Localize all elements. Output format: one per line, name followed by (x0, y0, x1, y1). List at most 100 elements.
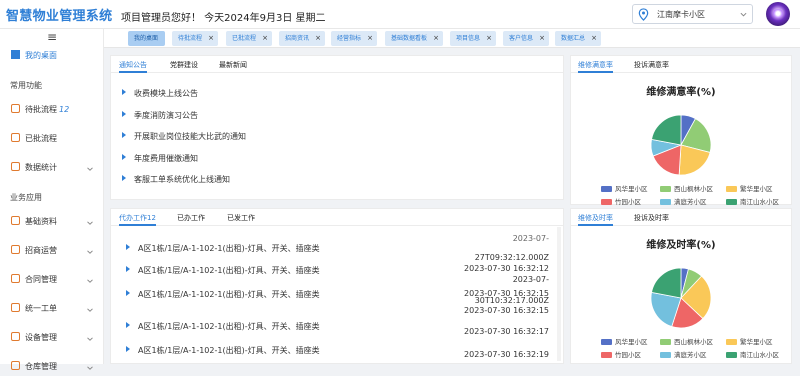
notice-item[interactable]: 季度消防演习公告 (122, 110, 198, 121)
time-fragment: 2023-07- (512, 234, 549, 243)
close-icon[interactable]: × (262, 31, 268, 46)
task-time: 30T10:32:17.000Z (474, 296, 549, 305)
task-row[interactable]: A区1栋/1层/A-1-102-1(出租)-灯具、开关、插座类 (126, 289, 320, 300)
notice-item[interactable]: 开展职业岗位技能大比武的通知 (122, 131, 246, 142)
caret-right-icon (126, 346, 130, 352)
legend-item[interactable]: 西山枫林小区 (660, 183, 713, 193)
legend-swatch (601, 339, 612, 345)
legend-label: 风华里小区 (615, 338, 648, 346)
sidebar-section-title: 常用功能 (10, 81, 42, 90)
sidebar-item[interactable]: 数据统计 (0, 159, 104, 177)
legend-swatch (601, 352, 612, 358)
close-icon[interactable]: × (367, 31, 373, 46)
sidebar-item[interactable]: 基础资料 (0, 213, 104, 231)
notice-tab[interactable]: 通知公告 (119, 60, 147, 73)
legend-item[interactable]: 风华里小区 (601, 336, 648, 346)
task-time: 2023-07-30 16:32:12 (464, 264, 549, 273)
legend-swatch (601, 199, 612, 205)
task-row[interactable]: A区1栋/1层/A-1-102-1(出租)-灯具、开关、插座类 (126, 265, 320, 276)
tab-label: 客户信息 (509, 35, 534, 42)
task-row[interactable]: A区1栋/1层/A-1-102-1(出租)-灯具、开关、插座类 (126, 321, 320, 332)
sidebar-item[interactable]: 我的桌面 (0, 47, 104, 65)
notice-item[interactable]: 收费模块上线公告 (122, 88, 198, 99)
tab-item[interactable]: 待批流程 × (172, 31, 218, 46)
menu-item-icon (11, 216, 20, 225)
scrollbar[interactable] (557, 227, 561, 361)
sidebar-label-text: 我的桌面 (25, 51, 57, 60)
greeting-text: 项目管理员您好！ 今天2024年9月3日 星期二 (121, 13, 326, 24)
work-panel: 代办工作12 已办工作 已发工作 2023-07- A区1栋/1层/A-1-102-… (110, 208, 564, 364)
menu-item-icon (11, 245, 20, 254)
work-tab[interactable]: 代办工作12 (119, 213, 156, 226)
sidebar-item[interactable]: 已批流程 (0, 130, 104, 148)
task-row[interactable]: A区1栋/1层/A-1-102-1(出租)-灯具、开关、插座类 (126, 243, 320, 254)
work-tab-label: 已发工作 (227, 214, 255, 222)
chevron-down-icon (87, 277, 93, 283)
legend-item[interactable]: 满庭芳小区 (660, 196, 707, 206)
location-select[interactable]: 江南摩卡小区 (632, 4, 753, 24)
task-title: A区1栋/1层/A-1-102-1(出租)-灯具、开关、插座类 (138, 244, 320, 253)
work-tab[interactable]: 已办工作 (177, 213, 205, 223)
sidebar-item[interactable]: 设备管理 (0, 329, 104, 347)
tab-item[interactable]: 经营指标 × (331, 31, 377, 46)
menu-item-icon (11, 104, 20, 113)
legend-item[interactable]: 风华里小区 (601, 183, 648, 193)
notice-item[interactable]: 年度费用催缴通知 (122, 153, 198, 164)
sidebar-item[interactable]: 招商运营 (0, 242, 104, 260)
sidebar-label-text: 待批流程 (25, 105, 57, 114)
legend-item[interactable]: 竹园小区 (601, 196, 641, 206)
legend-item[interactable]: 竹园小区 (601, 349, 641, 359)
close-icon[interactable]: × (315, 31, 321, 46)
legend-item[interactable]: 繁华里小区 (726, 336, 773, 346)
sidebar-item[interactable]: 仓库管理 (0, 358, 104, 376)
menu-item-icon (11, 332, 20, 341)
work-tab[interactable]: 已发工作 (227, 213, 255, 223)
notice-item[interactable]: 客服工单系统优化上线通知 (122, 174, 230, 185)
task-row[interactable]: A区1栋/1层/A-1-102-1(出租)-灯具、开关、插座类 (126, 345, 320, 356)
sidebar-label-text: 已批流程 (25, 134, 57, 143)
tab-label: 招商资讯 (285, 35, 310, 42)
sidebar-item-label: 合同管理 (25, 274, 57, 285)
close-icon[interactable]: × (591, 31, 597, 46)
notice-tab[interactable]: 最新新闻 (219, 60, 247, 70)
menu-toggle-icon[interactable]: ≡ (47, 30, 57, 44)
menu-item-icon (11, 274, 20, 283)
legend-label: 南江山水小区 (740, 198, 779, 206)
caret-right-icon (122, 153, 126, 160)
task-time: 2023-07-30 16:32:15 (464, 306, 549, 315)
legend-swatch (660, 352, 671, 358)
legend-item[interactable]: 繁华里小区 (726, 183, 773, 193)
satisfaction-chart-panel: 维修满意率 投诉满意率 维修满意率(%) 风华里小区 西山枫林小区 繁华里小区 竹园小区 满庭… (570, 55, 792, 206)
tab-item[interactable]: 数据汇总 × (555, 31, 601, 46)
notice-title: 年度费用催缴通知 (134, 153, 198, 163)
close-icon[interactable]: × (208, 31, 214, 46)
sidebar-item[interactable]: 合同管理 (0, 271, 104, 289)
tab-item[interactable]: 客户信息 × (503, 31, 549, 46)
tab-item[interactable]: 我的桌面 (128, 31, 165, 46)
close-icon[interactable]: × (539, 31, 545, 46)
legend-swatch (660, 339, 671, 345)
pie-slice[interactable] (651, 114, 682, 146)
tab-item[interactable]: 招商资讯 × (279, 31, 325, 46)
legend-item[interactable]: 西山枫林小区 (660, 336, 713, 346)
avatar[interactable] (766, 2, 790, 26)
sidebar-label-text: 招商运营 (25, 246, 57, 255)
legend-item[interactable]: 满庭芳小区 (660, 349, 707, 359)
timeliness-chart-panel: 维修及时率 投诉及时率 维修及时率(%) 风华里小区 西山枫林小区 繁华里小区 竹园小区 满庭… (570, 208, 792, 364)
legend-swatch (726, 352, 737, 358)
close-icon[interactable]: × (433, 31, 439, 46)
notice-title: 开展职业岗位技能大比武的通知 (134, 132, 246, 141)
tab-item[interactable]: 基础数据看板 × (385, 31, 443, 46)
tab-item[interactable]: 项目信息 × (450, 31, 496, 46)
legend-label: 繁华里小区 (740, 338, 773, 346)
sidebar-item[interactable]: 待批流程 12 (0, 101, 104, 119)
tab-item[interactable]: 已批流程 × (226, 31, 272, 46)
legend-item[interactable]: 南江山水小区 (726, 196, 779, 206)
sidebar-item[interactable]: 统一工单 (0, 300, 104, 318)
notice-panel: 通知公告 党群建设 最新新闻 收费模块上线公告 季度消防演习公告开展职业岗位技能大比武… (110, 55, 564, 200)
close-icon[interactable]: × (486, 31, 492, 46)
notice-tab[interactable]: 党群建设 (170, 60, 198, 70)
pie-slice[interactable] (651, 267, 682, 299)
chevron-down-icon (87, 219, 93, 225)
legend-item[interactable]: 南江山水小区 (726, 349, 779, 359)
